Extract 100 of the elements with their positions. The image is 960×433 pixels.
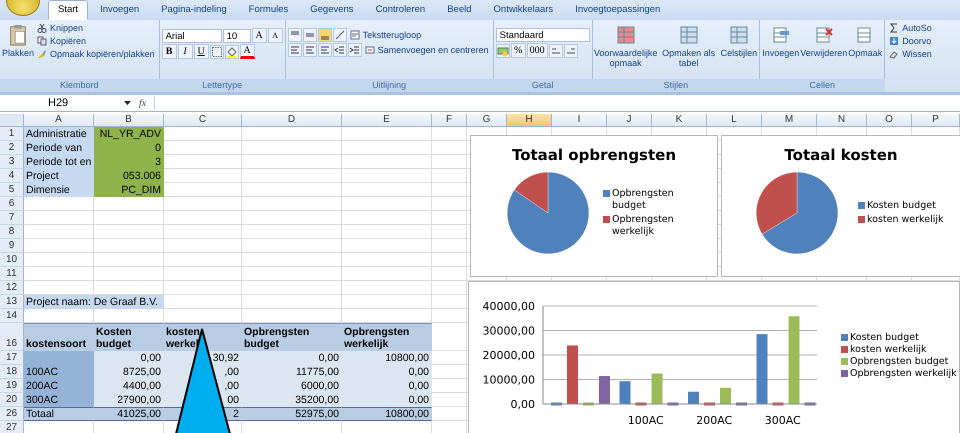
table-cell: Kosten budget <box>94 323 164 351</box>
format-button[interactable]: B <box>162 44 177 59</box>
column-header[interactable]: L <box>707 114 762 127</box>
column-header[interactable]: O <box>867 114 912 127</box>
group-label: Lettertype <box>158 79 286 92</box>
table-cell: 0,00 <box>94 351 164 365</box>
column-header[interactable]: P <box>912 114 960 127</box>
align-top-icon[interactable] <box>288 28 302 42</box>
column-header[interactable]: M <box>762 114 817 127</box>
cells-button[interactable]: Verwijderen <box>800 22 848 60</box>
format-button[interactable]: I <box>178 44 193 59</box>
row-header[interactable]: 9 <box>0 239 24 253</box>
row-header[interactable]: 27 <box>0 421 24 433</box>
style-button[interactable]: Opmaken als tabel <box>658 22 720 71</box>
wrap-text-button[interactable]: Tekstterugloop <box>348 29 424 41</box>
column-header[interactable]: D <box>242 114 342 127</box>
percent-button[interactable]: % <box>510 43 526 58</box>
paste-button[interactable]: Plakken <box>2 22 34 60</box>
font-field[interactable]: Arial <box>162 28 222 42</box>
edit-button[interactable]: AutoSo <box>887 22 934 34</box>
column-header[interactable]: H <box>507 114 552 127</box>
font-color-button[interactable]: A <box>240 44 255 59</box>
chart-bar <box>772 402 784 406</box>
insert-function-button[interactable]: fx <box>137 98 148 108</box>
row-header[interactable]: 20 <box>0 393 24 407</box>
edit-button[interactable]: Doorvo <box>887 35 934 47</box>
legend-label: kosten werkelijk <box>850 344 926 356</box>
merge-center-button[interactable]: Samenvoegen en centreren <box>362 44 491 56</box>
axis-category-label: 100AC <box>628 414 664 427</box>
row-header[interactable]: 18 <box>0 365 24 379</box>
table-cell: 6000,00 <box>242 379 342 393</box>
ribbon-tab[interactable]: Gegevens <box>300 0 364 20</box>
row-header[interactable]: 4 <box>0 169 24 183</box>
column-header[interactable]: J <box>607 114 652 127</box>
style-button[interactable]: Voorwaardelijke opmaak <box>594 22 657 71</box>
fill-bucket-icon[interactable] <box>224 44 239 58</box>
name-box[interactable]: H29 <box>0 97 118 109</box>
column-header[interactable]: F <box>432 114 467 127</box>
clipboard-action[interactable]: Kopiëren <box>35 35 157 47</box>
decrease-indent-icon[interactable] <box>332 43 347 57</box>
grow-font-button[interactable]: A <box>252 28 267 43</box>
ribbon-tab[interactable]: Pagina-indeling <box>151 0 237 20</box>
align-right-icon[interactable] <box>318 43 332 57</box>
column-header[interactable]: I <box>552 114 607 127</box>
chart-bar <box>756 334 768 404</box>
row-header[interactable]: 17 <box>0 351 24 365</box>
align-left-icon[interactable] <box>288 43 302 57</box>
decrease-decimal-icon[interactable] <box>564 44 578 58</box>
row-header[interactable]: 13 <box>0 295 24 309</box>
axis-category-label: 300AC <box>764 414 801 427</box>
dropdown-caret-icon[interactable] <box>124 100 131 106</box>
column-header[interactable]: K <box>652 114 707 127</box>
increase-decimal-icon[interactable] <box>548 44 563 58</box>
increase-indent-icon[interactable] <box>348 43 362 57</box>
row-header[interactable]: 19 <box>0 379 24 393</box>
row-header[interactable]: 14 <box>0 309 24 323</box>
column-header[interactable]: A <box>24 114 94 127</box>
ribbon-tab[interactable]: Start <box>48 0 88 20</box>
thousands-button[interactable]: 000 <box>526 43 548 58</box>
format-button[interactable]: U <box>194 44 209 59</box>
align-center-icon[interactable] <box>302 43 317 57</box>
style-button[interactable]: Celstijlen <box>720 22 758 60</box>
row-header[interactable]: 26 <box>0 407 24 421</box>
clipboard-action[interactable]: Opmaak kopiëren/plakken <box>35 48 157 60</box>
shrink-font-button[interactable]: A <box>268 28 283 43</box>
cells-button[interactable]: Opmaak <box>848 22 882 60</box>
number-format-field[interactable]: Standaard <box>496 28 590 42</box>
ribbon-tab[interactable]: Ontwikkelaars <box>484 0 564 20</box>
text-angle-icon[interactable] <box>332 28 347 42</box>
row-header[interactable]: 7 <box>0 211 24 225</box>
ribbon-tab[interactable]: Invoegen <box>90 0 150 20</box>
row-header[interactable]: 8 <box>0 225 24 239</box>
clipboard-action[interactable]: Knippen <box>35 22 157 34</box>
column-header[interactable]: E <box>342 114 432 127</box>
row-header[interactable]: 5 <box>0 183 24 197</box>
cells-button[interactable]: Invoegen <box>762 22 800 60</box>
conditional-grid-icon <box>616 24 636 46</box>
align-middle-icon[interactable] <box>302 28 317 42</box>
ribbon-tab[interactable]: Beeld <box>437 0 482 20</box>
row-header[interactable]: 16 <box>0 323 24 351</box>
row-header[interactable]: 3 <box>0 155 24 169</box>
column-header[interactable]: N <box>817 114 867 127</box>
column-header[interactable]: C <box>164 114 242 127</box>
borders-icon[interactable] <box>210 44 224 58</box>
row-header[interactable]: 10 <box>0 253 24 267</box>
ribbon-tab[interactable]: Invoegtoepassingen <box>565 0 670 20</box>
align-bottom-icon[interactable] <box>318 28 332 42</box>
column-header[interactable]: B <box>94 114 164 127</box>
font-size-field[interactable]: 10 <box>222 28 251 42</box>
row-header[interactable]: 2 <box>0 141 24 155</box>
row-header[interactable]: 6 <box>0 197 24 211</box>
table-cell: 0 <box>94 141 164 155</box>
ribbon-tab[interactable]: Formules <box>238 0 298 20</box>
column-header[interactable]: G <box>467 114 507 127</box>
currency-icon[interactable] <box>496 44 510 58</box>
ribbon-tab[interactable]: Controleren <box>366 0 436 20</box>
row-header[interactable]: 11 <box>0 267 24 281</box>
row-header[interactable]: 12 <box>0 281 24 295</box>
edit-button[interactable]: Wissen <box>887 48 934 60</box>
row-header[interactable]: 1 <box>0 127 24 141</box>
